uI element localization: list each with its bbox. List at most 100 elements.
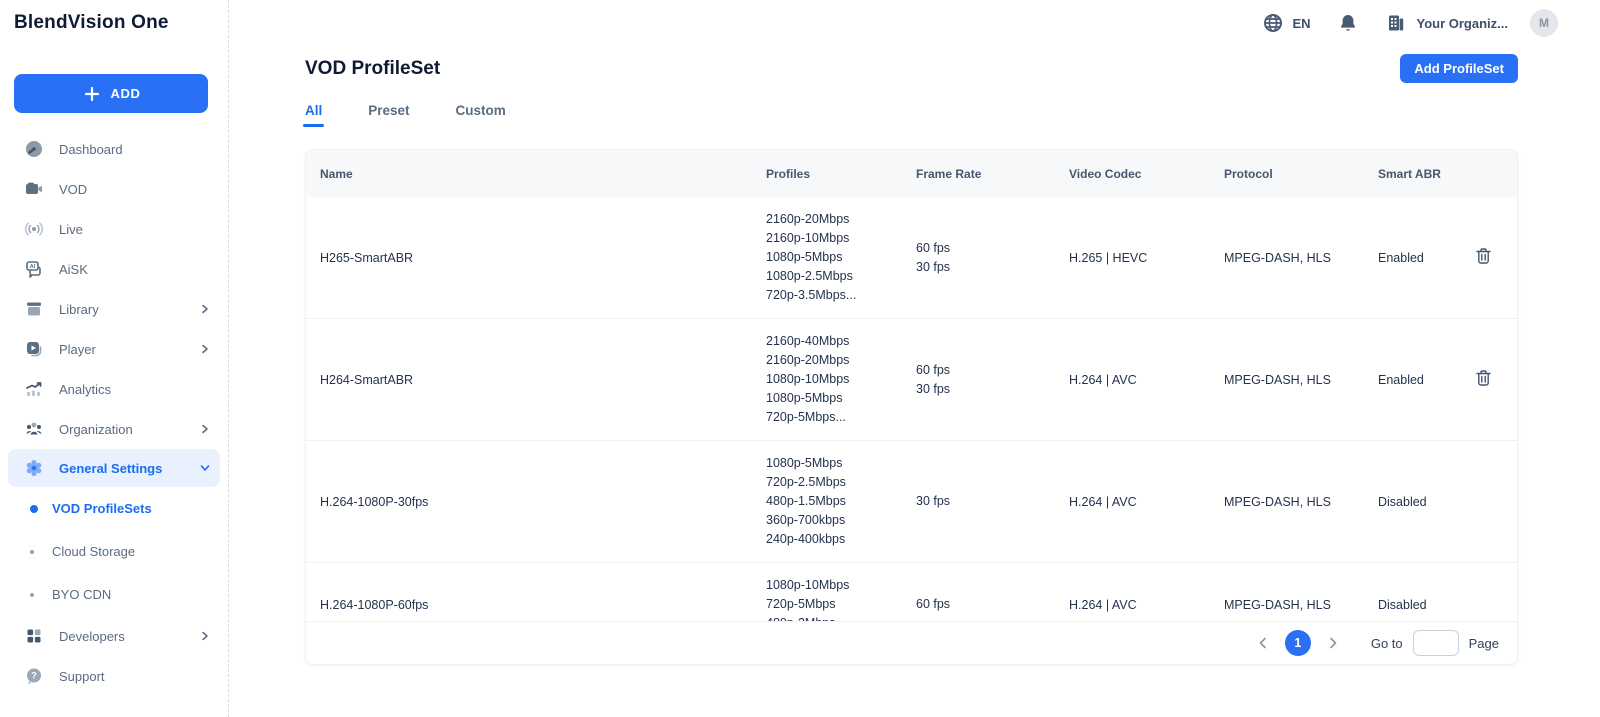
- cell-smart-abr: Enabled: [1378, 251, 1473, 265]
- column-header-frame-rate: Frame Rate: [916, 167, 1069, 181]
- sidebar-subitem-byo-cdn[interactable]: BYO CDN: [0, 573, 228, 616]
- chevron-left-icon: [1255, 635, 1271, 651]
- analytics-chart-icon: [24, 379, 44, 399]
- page-title: VOD ProfileSet: [305, 58, 440, 80]
- profile-line: 1080p-10Mbps: [766, 370, 916, 389]
- language-selector[interactable]: EN: [1262, 12, 1310, 34]
- table-row[interactable]: H264-SmartABR 2160p-40Mbps2160p-20Mbps10…: [306, 319, 1517, 441]
- page-number-button[interactable]: 1: [1285, 630, 1311, 656]
- chevron-right-icon: [198, 422, 212, 436]
- sidebar-item-label: Dashboard: [59, 142, 212, 157]
- cell-profiles: 2160p-20Mbps2160p-10Mbps1080p-5Mbps1080p…: [766, 210, 916, 305]
- sidebar-item-library[interactable]: Library: [0, 289, 228, 329]
- table-row[interactable]: H265-SmartABR 2160p-20Mbps2160p-10Mbps10…: [306, 197, 1517, 319]
- sidebar-subitem-label: VOD ProfileSets: [52, 501, 152, 516]
- table-row[interactable]: H.264-1080P-30fps 1080p-5Mbps720p-2.5Mbp…: [306, 441, 1517, 563]
- go-to-page-input[interactable]: [1413, 630, 1459, 656]
- trash-icon: [1475, 369, 1492, 387]
- cell-protocol: MPEG-DASH, HLS: [1224, 495, 1378, 509]
- library-archive-icon: [24, 299, 44, 319]
- table-row[interactable]: H.264-1080P-60fps 1080p-10Mbps720p-5Mbps…: [306, 563, 1517, 621]
- go-to-label: Go to: [1371, 636, 1403, 651]
- ai-chat-icon: AI: [24, 259, 44, 279]
- profile-line: 1080p-5Mbps: [766, 389, 916, 408]
- cell-profiles: 1080p-10Mbps720p-5Mbps480p-2Mbps...: [766, 576, 916, 621]
- sidebar-item-label: Developers: [59, 629, 183, 644]
- sidebar-item-support[interactable]: ? Support: [0, 656, 228, 696]
- next-page-button[interactable]: [1321, 631, 1345, 655]
- people-icon: [24, 419, 44, 439]
- profile-line: 1080p-2.5Mbps: [766, 267, 916, 286]
- cell-video-codec: H.264 | AVC: [1069, 373, 1224, 387]
- bell-icon: [1337, 12, 1359, 34]
- globe-icon: [1262, 12, 1284, 34]
- svg-text:AI: AI: [30, 264, 36, 270]
- sidebar-item-general-settings[interactable]: General Settings: [8, 449, 220, 487]
- profileset-table: Name Profiles Frame Rate Video Codec Pro…: [305, 149, 1518, 665]
- chevron-right-icon: [198, 302, 212, 316]
- chevron-right-icon: [198, 629, 212, 643]
- cell-video-codec: H.264 | AVC: [1069, 598, 1224, 612]
- add-profileset-button[interactable]: Add ProfileSet: [1400, 54, 1518, 83]
- cell-name: H.264-1080P-60fps: [306, 598, 766, 612]
- sidebar-item-aisk[interactable]: AI AiSK: [0, 249, 228, 289]
- profile-line: 2160p-40Mbps: [766, 332, 916, 351]
- cell-video-codec: H.265 | HEVC: [1069, 251, 1224, 265]
- sidebar-item-live[interactable]: Live: [0, 209, 228, 249]
- sidebar-subitem-vod-profilesets[interactable]: VOD ProfileSets: [0, 487, 228, 530]
- sidebar-item-label: VOD: [59, 182, 212, 197]
- cell-video-codec: H.264 | AVC: [1069, 495, 1224, 509]
- sidebar-item-organization[interactable]: Organization: [0, 409, 228, 449]
- sidebar-item-vod[interactable]: VOD: [0, 169, 228, 209]
- bullet-icon: [30, 550, 34, 554]
- profile-line: 2160p-20Mbps: [766, 351, 916, 370]
- profile-line: 360p-700kbps: [766, 511, 916, 530]
- profile-line: 240p-400kbps: [766, 530, 916, 549]
- language-label: EN: [1292, 16, 1310, 31]
- delete-button[interactable]: [1473, 245, 1494, 270]
- sidebar-item-player[interactable]: Player: [0, 329, 228, 369]
- cell-protocol: MPEG-DASH, HLS: [1224, 373, 1378, 387]
- sidebar: BlendVision One ADD Dashboard: [0, 0, 229, 717]
- sidebar-item-label: Organization: [59, 422, 183, 437]
- column-header-video-codec: Video Codec: [1069, 167, 1224, 181]
- profile-line: 480p-2Mbps...: [766, 614, 916, 621]
- column-header-name: Name: [306, 167, 766, 181]
- sidebar-subitem-label: Cloud Storage: [52, 544, 135, 559]
- app-root: BlendVision One ADD Dashboard: [0, 0, 1600, 717]
- tab-preset[interactable]: Preset: [368, 103, 409, 127]
- sidebar-item-dashboard[interactable]: Dashboard: [0, 129, 228, 169]
- profile-line: 480p-1.5Mbps: [766, 492, 916, 511]
- svg-text:?: ?: [31, 671, 37, 682]
- profile-line: 720p-2.5Mbps: [766, 473, 916, 492]
- table-body: H265-SmartABR 2160p-20Mbps2160p-10Mbps10…: [306, 197, 1517, 621]
- organization-building-icon: [1385, 12, 1407, 34]
- cell-name: H264-SmartABR: [306, 373, 766, 387]
- cell-profiles: 1080p-5Mbps720p-2.5Mbps480p-1.5Mbps360p-…: [766, 454, 916, 549]
- avatar[interactable]: M: [1530, 9, 1558, 37]
- cell-frame-rate: 60 fps30 fps: [916, 239, 1069, 277]
- organization-switcher[interactable]: Your Organiz...: [1385, 12, 1509, 34]
- frame-rate-line: 60 fps: [916, 239, 1069, 258]
- cell-name: H.264-1080P-30fps: [306, 495, 766, 509]
- add-button[interactable]: ADD: [14, 74, 208, 113]
- profile-line: 720p-3.5Mbps...: [766, 286, 916, 305]
- sidebar-item-analytics[interactable]: Analytics: [0, 369, 228, 409]
- previous-page-button[interactable]: [1251, 631, 1275, 655]
- cell-frame-rate: 60 fps30 fps: [916, 361, 1069, 399]
- cell-smart-abr: Enabled: [1378, 373, 1473, 387]
- question-help-icon: ?: [24, 666, 44, 686]
- add-button-label: ADD: [111, 86, 141, 101]
- trash-icon: [1475, 247, 1492, 265]
- tab-custom[interactable]: Custom: [456, 103, 506, 127]
- bullet-icon: [30, 593, 34, 597]
- sidebar-item-developers[interactable]: Developers: [0, 616, 228, 656]
- cell-frame-rate: 60 fps: [916, 595, 1069, 614]
- delete-button[interactable]: [1473, 367, 1494, 392]
- sidebar-subitem-cloud-storage[interactable]: Cloud Storage: [0, 530, 228, 573]
- cell-smart-abr: Disabled: [1378, 495, 1473, 509]
- column-header-protocol: Protocol: [1224, 167, 1378, 181]
- tab-all[interactable]: All: [305, 103, 322, 127]
- notifications-button[interactable]: [1333, 8, 1363, 38]
- sidebar-item-label: Player: [59, 342, 183, 357]
